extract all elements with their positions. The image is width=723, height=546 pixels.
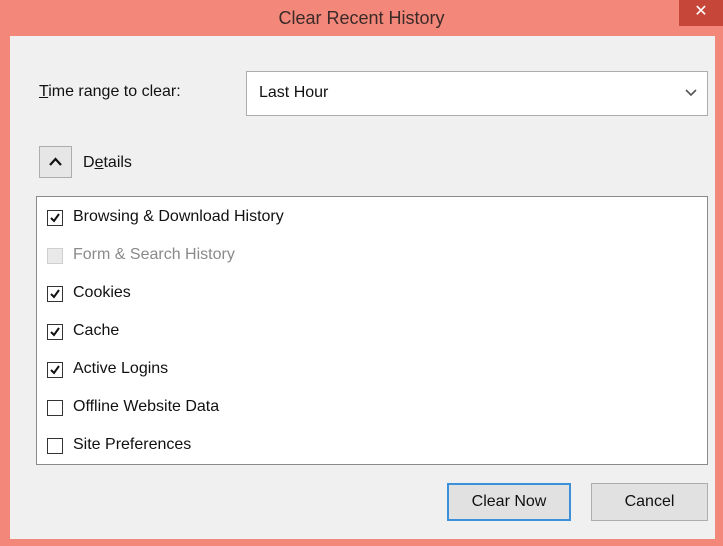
dialog-body: Time range to clear: Last Hour Details B… bbox=[10, 36, 715, 539]
cancel-button[interactable]: Cancel bbox=[591, 483, 708, 521]
time-range-label-accesskey: T bbox=[39, 83, 49, 100]
clear-now-button[interactable]: Clear Now bbox=[447, 483, 571, 521]
details-label-end: tails bbox=[103, 154, 132, 171]
time-range-label: Time range to clear: bbox=[39, 83, 181, 101]
checkbox-offline-data[interactable] bbox=[47, 400, 63, 416]
checkbox-cache[interactable] bbox=[47, 324, 63, 340]
window-title: Clear Recent History bbox=[278, 8, 445, 28]
time-range-value: Last Hour bbox=[259, 84, 329, 101]
item-label: Browsing & Download History bbox=[73, 208, 284, 225]
item-label: Site Preferences bbox=[73, 436, 192, 453]
title-bar: Clear Recent History ✕ bbox=[0, 0, 723, 36]
checkbox-site-preferences[interactable] bbox=[47, 438, 63, 454]
time-range-select[interactable]: Last Hour bbox=[246, 71, 708, 116]
checkmark-icon bbox=[50, 327, 60, 337]
item-label: Cookies bbox=[73, 284, 131, 301]
details-label: Details bbox=[83, 154, 132, 172]
item-label: Active Logins bbox=[73, 360, 169, 377]
close-icon: ✕ bbox=[694, 3, 708, 20]
checkbox-cookies[interactable] bbox=[47, 286, 63, 302]
history-items-list: Browsing & Download History Form & Searc… bbox=[36, 196, 708, 465]
checkmark-icon bbox=[50, 289, 60, 299]
details-label-start: D bbox=[83, 154, 95, 171]
close-button[interactable]: ✕ bbox=[679, 0, 723, 26]
chevron-down-icon bbox=[685, 82, 697, 105]
checkmark-icon bbox=[50, 365, 60, 375]
checkmark-icon bbox=[50, 213, 60, 223]
checkbox-form-search bbox=[47, 248, 63, 264]
checkbox-browsing-download[interactable] bbox=[47, 210, 63, 226]
time-range-label-text: ime range to clear: bbox=[48, 83, 181, 100]
item-label: Cache bbox=[73, 322, 120, 339]
item-label: Form & Search History bbox=[73, 246, 235, 263]
chevron-up-icon bbox=[49, 157, 62, 166]
details-toggle-button[interactable] bbox=[39, 146, 72, 178]
item-label: Offline Website Data bbox=[73, 398, 220, 415]
checkbox-active-logins[interactable] bbox=[47, 362, 63, 378]
